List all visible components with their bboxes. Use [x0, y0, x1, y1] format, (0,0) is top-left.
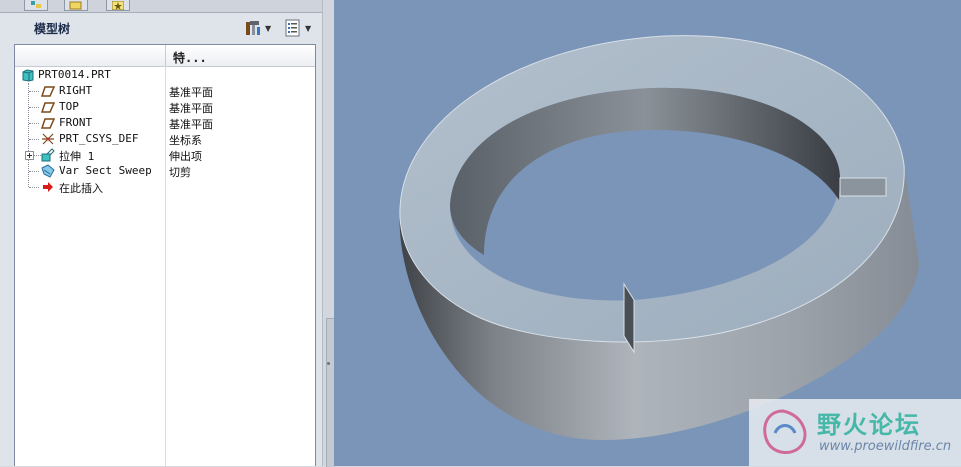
- tree-item-extrude[interactable]: 拉伸 1 伸出项: [15, 147, 315, 163]
- insert-here-arrow-icon: [43, 182, 53, 192]
- tree-settings-button[interactable]: ▼: [244, 19, 271, 37]
- tree-item-label: 拉伸 1: [59, 150, 95, 163]
- tree-item-type: 切剪: [169, 166, 191, 179]
- model-tree-header: 模型树 ▼ ▼: [0, 13, 322, 41]
- tree-item-type: 坐标系: [169, 134, 202, 147]
- navigator-panel: 模型树 ▼ ▼ 特... PRT0014.PRT RIGHT 基准平面 TOP …: [0, 0, 335, 467]
- graphics-viewport[interactable]: [334, 0, 961, 466]
- tree-item-front-plane[interactable]: FRONT 基准平面: [15, 115, 315, 131]
- tree-item-type: 基准平面: [169, 86, 213, 99]
- favorites-tab[interactable]: [106, 0, 130, 11]
- chevron-down-icon: ▼: [305, 23, 312, 33]
- model-tree-title: 模型树: [34, 22, 71, 36]
- folder-browser-tab[interactable]: [64, 0, 88, 11]
- tree-item-label: PRT_CSYS_DEF: [59, 132, 139, 145]
- tree-item-label: Var Sect Sweep: [59, 164, 152, 177]
- tree-item-var-sect-sweep[interactable]: Var Sect Sweep 切剪: [15, 163, 315, 179]
- model-tree-tab[interactable]: [24, 0, 48, 11]
- tree-item-label: 在此插入: [59, 182, 103, 195]
- column-header: 特...: [15, 45, 315, 67]
- part-icon: [22, 69, 34, 82]
- tools-hammer-icon: [246, 21, 260, 35]
- tree-item-type: 基准平面: [169, 102, 213, 115]
- column-header-feature-type[interactable]: 特...: [173, 49, 207, 66]
- tree-show-button[interactable]: ▼: [284, 19, 311, 37]
- column-separator[interactable]: [165, 45, 166, 66]
- tree-item-type: 伸出项: [169, 150, 202, 163]
- tree-item-top-plane[interactable]: TOP 基准平面: [15, 99, 315, 115]
- chevron-down-icon: ▼: [265, 23, 272, 33]
- extrude-icon: [41, 148, 55, 162]
- watermark-url: www.proewildfire.cn: [819, 439, 952, 454]
- list-settings-icon: [285, 19, 300, 37]
- coordinate-system-icon: [42, 133, 54, 145]
- ring-model-3d: [399, 35, 919, 440]
- tree-item-right-plane[interactable]: RIGHT 基准平面: [15, 83, 315, 99]
- tree-item-label: FRONT: [59, 116, 93, 129]
- forum-watermark: 野火论坛 www.proewildfire.cn: [749, 399, 961, 466]
- tree-item-part[interactable]: PRT0014.PRT: [15, 67, 315, 83]
- folder-icon: [69, 1, 82, 9]
- tree-item-coordinate-system[interactable]: PRT_CSYS_DEF 坐标系: [15, 131, 315, 147]
- sweep-icon: [41, 164, 55, 178]
- tree-item-type: 基准平面: [169, 118, 213, 131]
- tree-item-insert-here[interactable]: 在此插入: [15, 179, 315, 195]
- navigator-tab-strip: [0, 0, 334, 13]
- ring-slot-right: [839, 177, 887, 197]
- model-tree-tab-icon: [31, 1, 41, 8]
- favorites-star-icon: [112, 0, 124, 10]
- datum-plane-icon: [41, 86, 55, 97]
- datum-plane-icon: [41, 102, 55, 113]
- splitter-grip-icon[interactable]: [327, 362, 330, 365]
- tree-item-label: PRT0014.PRT: [38, 68, 111, 81]
- expand-plus-icon[interactable]: [25, 151, 34, 160]
- tree-item-label: RIGHT: [59, 84, 93, 97]
- watermark-title: 野火论坛: [817, 411, 921, 439]
- tree-item-label: TOP: [59, 100, 79, 113]
- datum-plane-icon: [41, 118, 55, 129]
- forum-logo-icon: [763, 409, 807, 454]
- model-tree[interactable]: 特... PRT0014.PRT RIGHT 基准平面 TOP 基准平面 FRO…: [14, 44, 316, 466]
